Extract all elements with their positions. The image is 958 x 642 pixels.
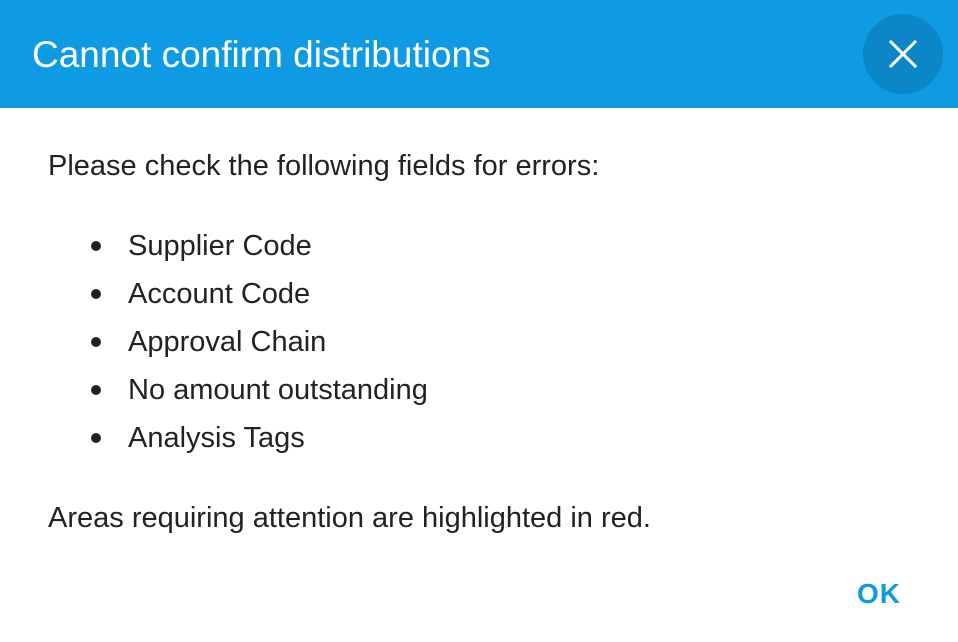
bullet-icon <box>91 241 101 251</box>
error-list: Supplier Code Account Code Approval Chai… <box>48 222 918 462</box>
error-item: Approval Chain <box>48 318 918 366</box>
dialog-header: Cannot confirm distributions <box>0 0 958 108</box>
dialog-note: Areas requiring attention are highlighte… <box>48 502 651 534</box>
bullet-icon <box>91 385 101 395</box>
dialog-body: Please check the following fields for er… <box>48 142 918 542</box>
error-item: Analysis Tags <box>48 414 918 462</box>
bullet-icon <box>91 433 101 443</box>
error-item-label: Analysis Tags <box>128 422 305 454</box>
error-item-label: Account Code <box>128 278 311 310</box>
error-item: No amount outstanding <box>48 366 918 414</box>
error-item: Account Code <box>48 270 918 318</box>
error-item-label: Supplier Code <box>128 230 312 262</box>
error-item: Supplier Code <box>48 222 918 270</box>
error-item-label: Approval Chain <box>128 326 327 358</box>
bullet-icon <box>91 337 101 347</box>
error-dialog: Cannot confirm distributions Please chec… <box>0 0 958 642</box>
close-icon <box>888 39 918 69</box>
error-item-label: No amount outstanding <box>128 374 428 406</box>
dialog-intro: Please check the following fields for er… <box>48 150 600 182</box>
bullet-icon <box>91 289 101 299</box>
dialog-title: Cannot confirm distributions <box>32 34 491 75</box>
close-button[interactable] <box>863 14 943 94</box>
ok-button[interactable]: OK <box>846 568 912 620</box>
